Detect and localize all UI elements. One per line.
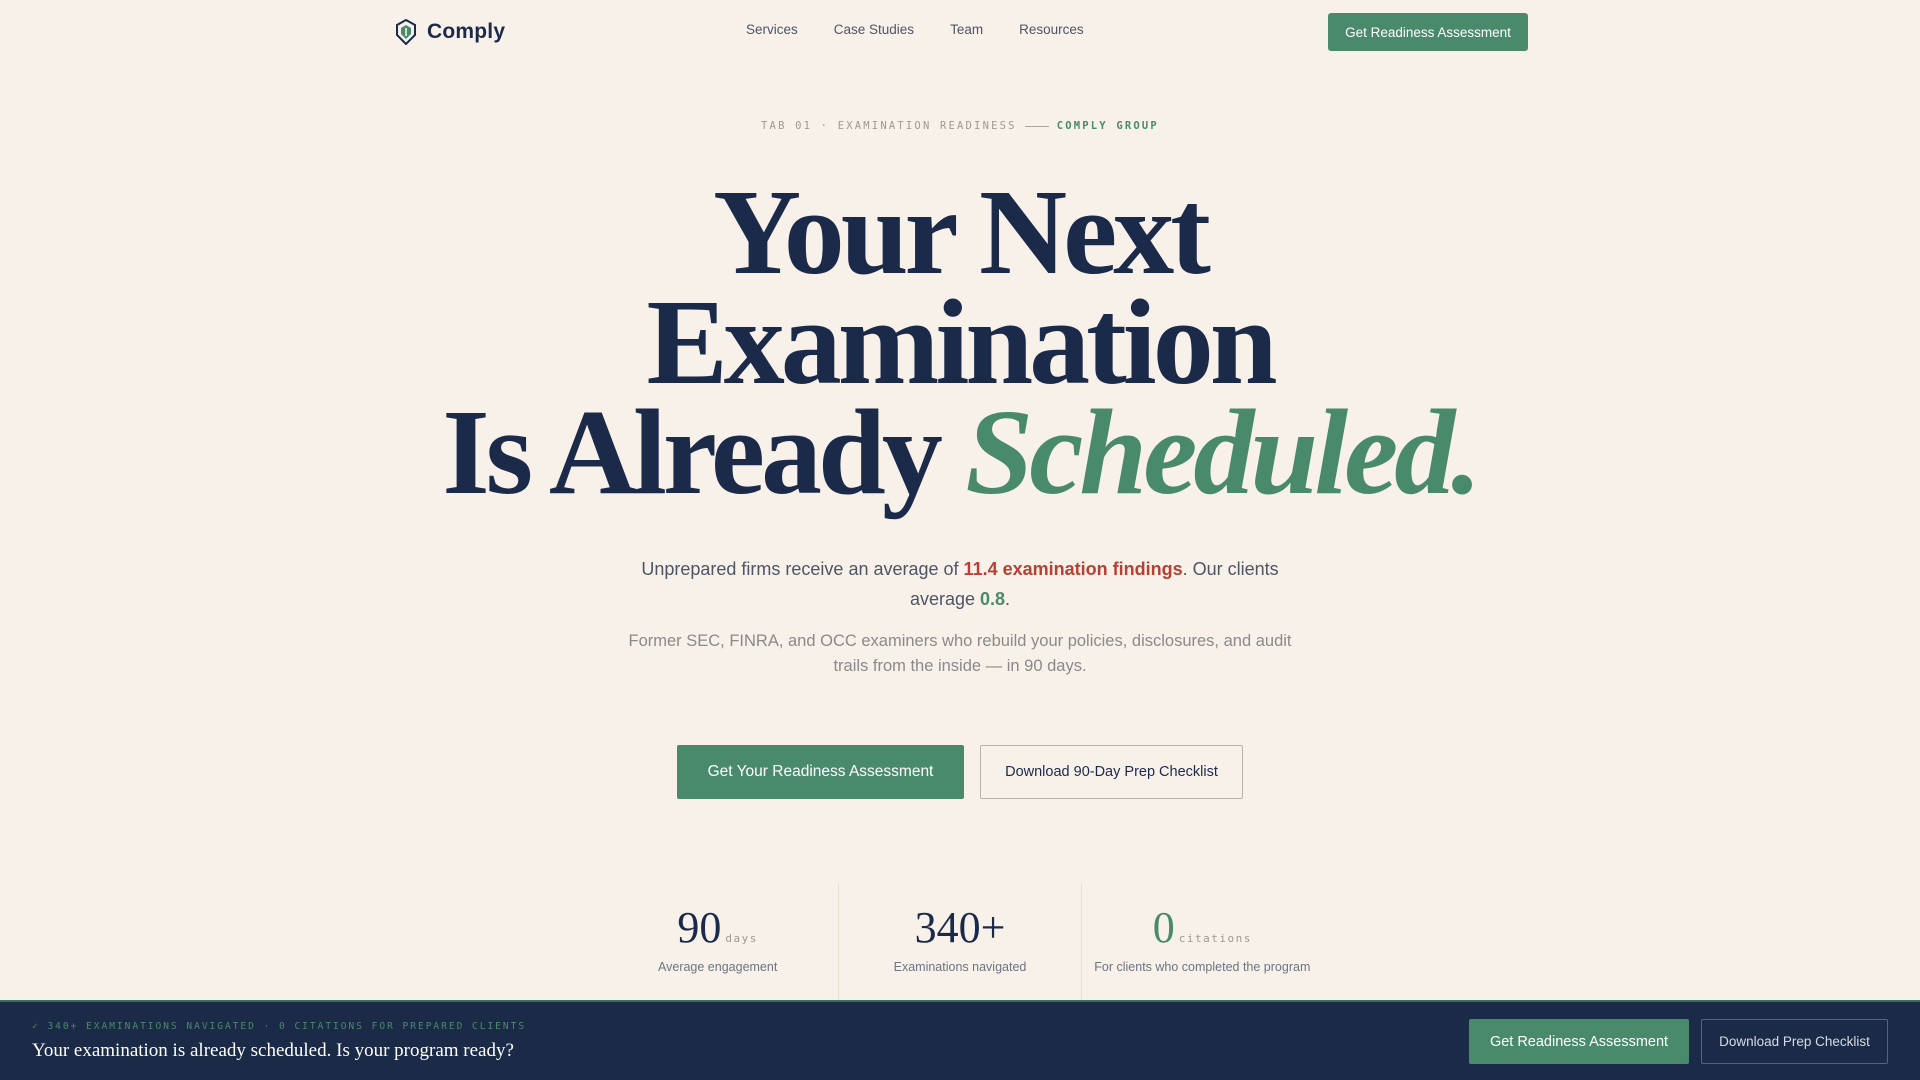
stat-value: 0	[1152, 903, 1175, 952]
bar-title: Your examination is already scheduled. I…	[32, 1040, 514, 1061]
headline-line-3: Is Already	[442, 385, 943, 520]
nav-link-services[interactable]: Services	[746, 22, 798, 37]
eyebrow-brand: COMPLY GROUP	[1056, 120, 1159, 132]
nav-link-team[interactable]: Team	[950, 22, 983, 37]
bar-eyebrow: ✓ 340+ EXAMINATIONS NAVIGATED · 0 CITATI…	[32, 1021, 527, 1032]
hero-description: Former SEC, FINRA, and OCC examiners who…	[628, 632, 1292, 675]
download-checklist-button[interactable]: Download 90-Day Prep Checklist	[980, 745, 1243, 799]
shield-hexagon-icon	[396, 19, 416, 45]
hero-headline: Your Next Examination Is Already Schedul…	[0, 172, 1920, 514]
sticky-cta-bar: ✓ 340+ EXAMINATIONS NAVIGATED · 0 CITATI…	[0, 1000, 1920, 1080]
get-readiness-assessment-button[interactable]: Get Your Readiness Assessment	[677, 745, 964, 799]
brand-logo[interactable]: Comply	[395, 18, 505, 46]
client-average-stat: 0.8	[980, 589, 1006, 609]
nav-readiness-assessment-button[interactable]: Get Readiness Assessment	[1328, 13, 1528, 51]
nav-links: Services Case Studies Team Resources	[746, 22, 1120, 37]
stat-citations: 0 citations For clients who completed the…	[1080, 884, 1323, 1000]
bar-download-checklist-button[interactable]: Download Prep Checklist	[1701, 1019, 1888, 1064]
brand-name: Comply	[427, 20, 506, 43]
nav-link-resources[interactable]: Resources	[1019, 22, 1084, 37]
stat-unit: citations	[1178, 932, 1252, 945]
sub-prefix: Unprepared firms receive an average of	[641, 559, 959, 579]
stat-label: Average engagement	[658, 960, 778, 974]
findings-stat: 11.4 examination findings	[963, 559, 1183, 579]
top-nav: Comply Services Case Studies Team Resour…	[0, 0, 1920, 64]
nav-link-case-studies[interactable]: Case Studies	[834, 22, 914, 37]
stat-engagement: 90 days Average engagement	[597, 884, 838, 1000]
bar-readiness-assessment-button[interactable]: Get Readiness Assessment	[1469, 1019, 1689, 1064]
headline-accent: Scheduled.	[965, 385, 1481, 520]
stat-unit: days	[725, 932, 758, 945]
stat-value: 340+	[914, 903, 1006, 952]
eyebrow-label: TAB 01 · EXAMINATION READINESS	[761, 120, 1017, 132]
hero-eyebrow: TAB 01 · EXAMINATION READINESS COMPLY GRO…	[0, 120, 1920, 132]
eyebrow-divider	[1024, 125, 1049, 127]
sub-suffix: .	[1005, 589, 1011, 609]
stats-row: 90 days Average engagement 340+ Examinati…	[597, 884, 1323, 1000]
stat-label: Examinations navigated	[893, 960, 1027, 974]
hero-subheading: Unprepared firms receive an average of 1…	[620, 554, 1300, 614]
stat-examinations: 340+ Examinations navigated	[838, 884, 1080, 1000]
stat-value: 90	[677, 903, 722, 952]
stat-label: For clients who completed the program	[1094, 960, 1311, 974]
